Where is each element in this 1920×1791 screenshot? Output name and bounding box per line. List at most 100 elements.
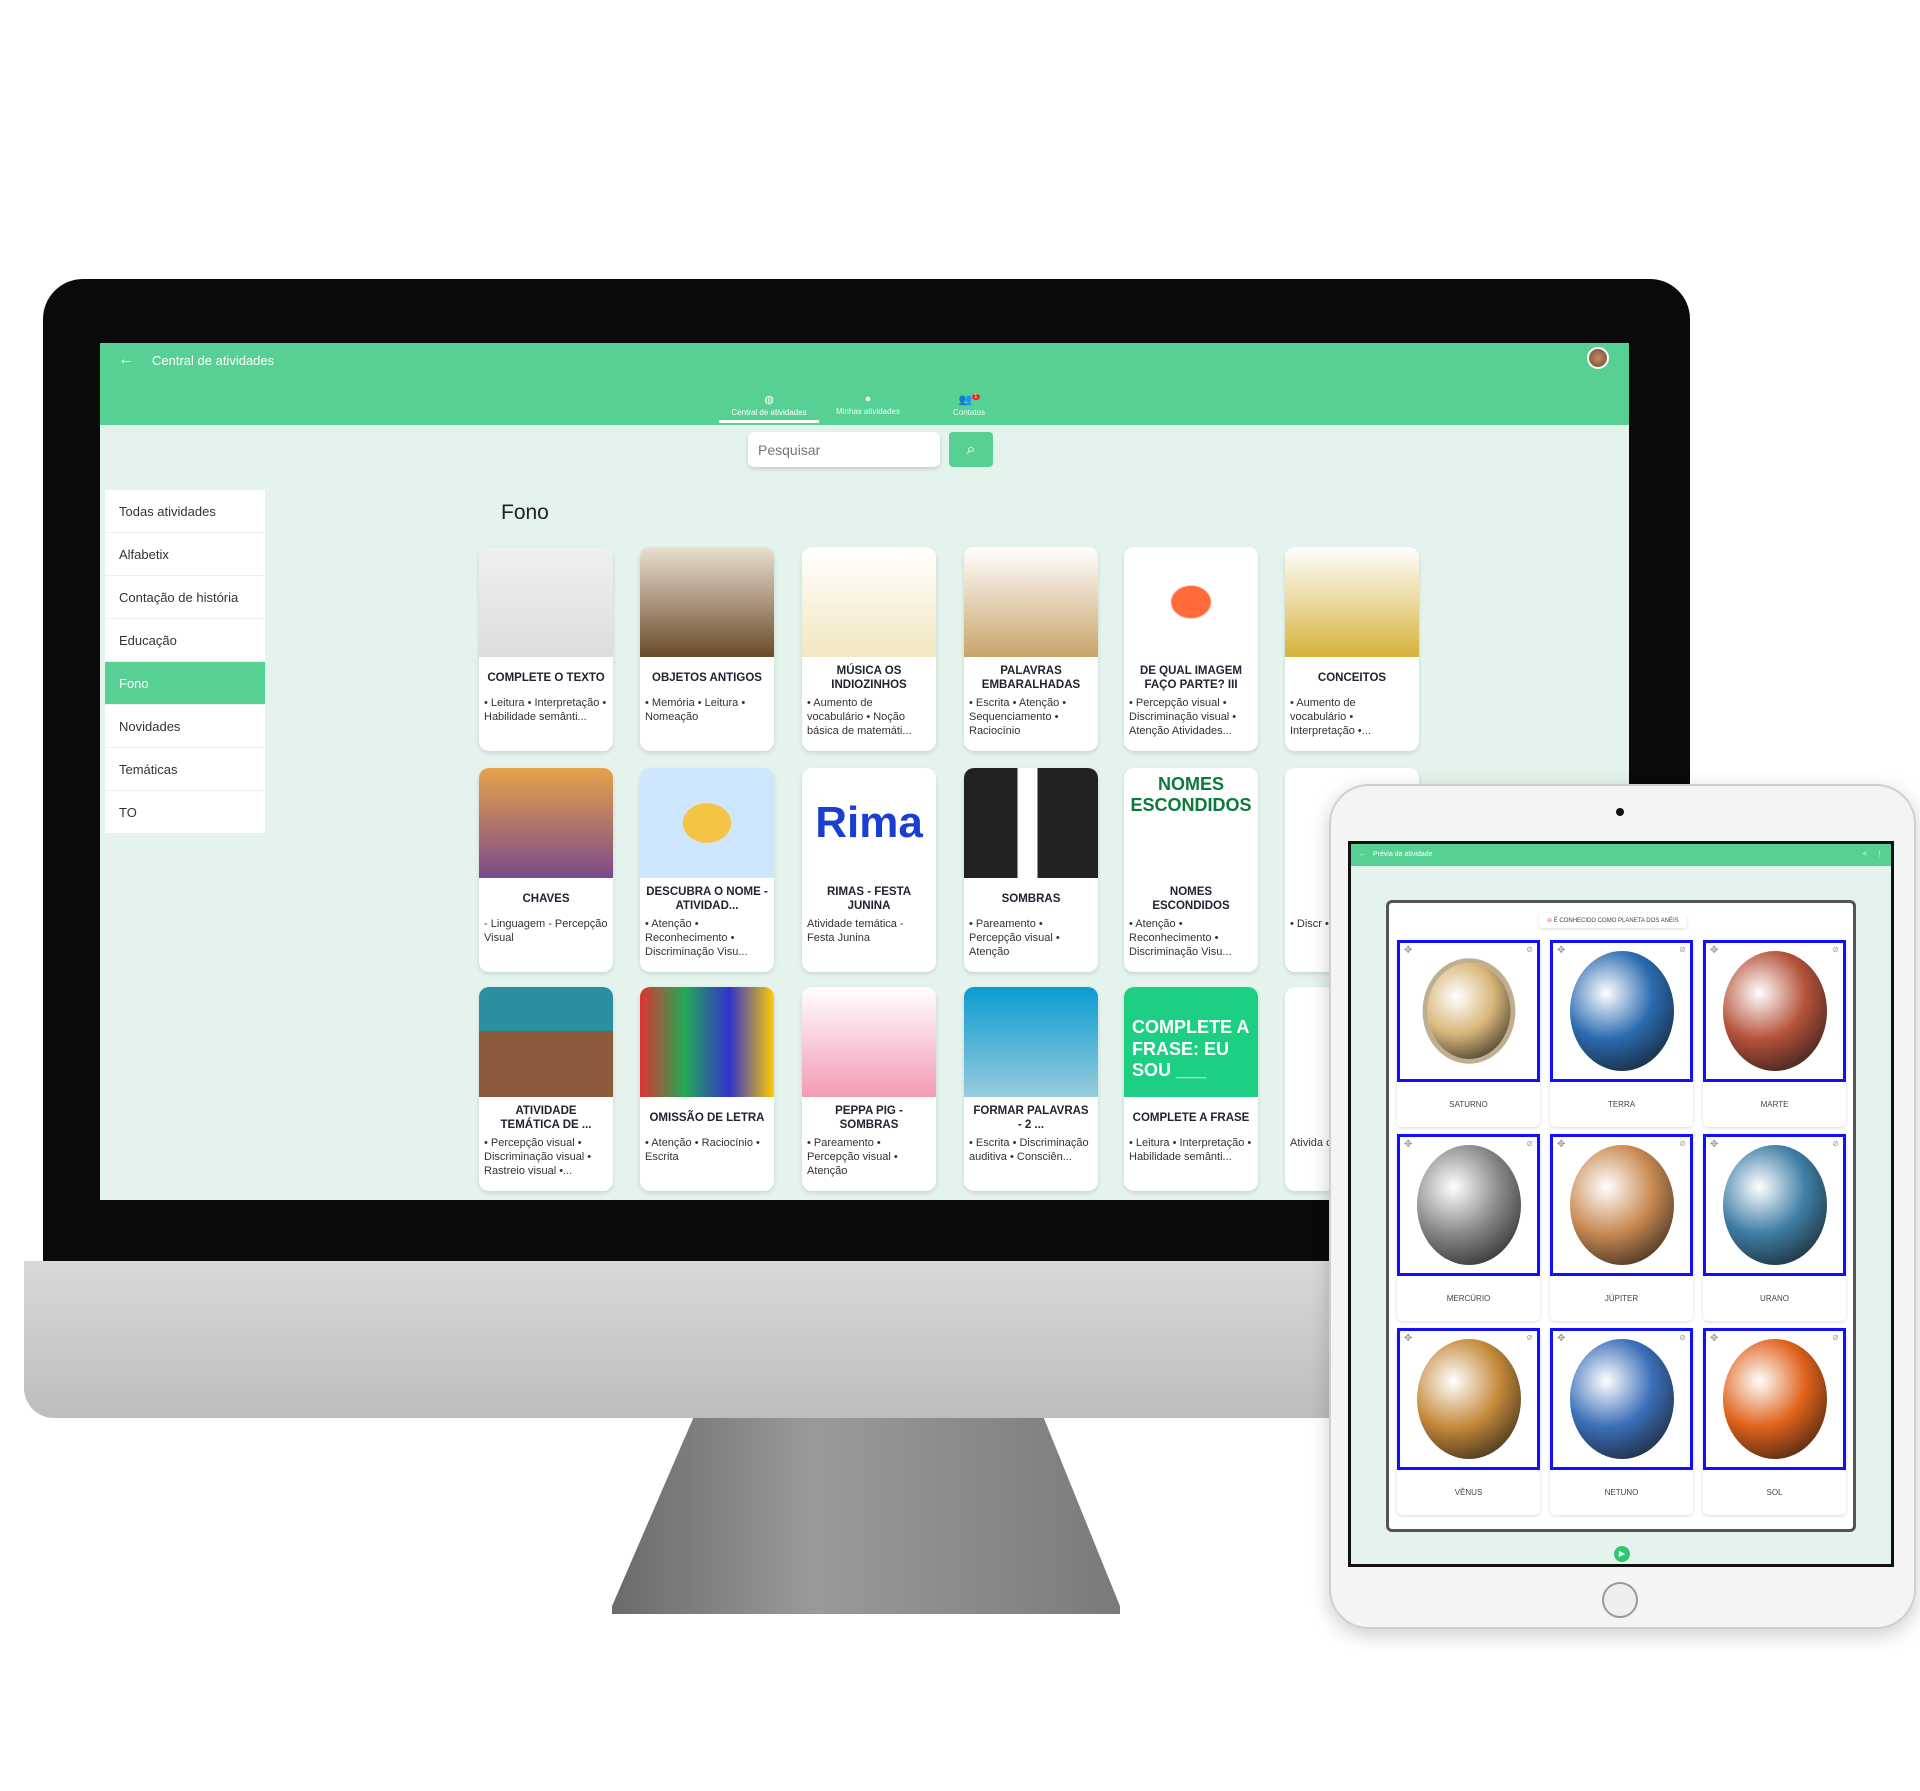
activity-tags: • Percepção visual • Discriminação visua… xyxy=(484,1137,592,1177)
activity-board: ⊖ É CONHECIDO COMO PLANETA DOS ANÉIS ✥ ⊘ S… xyxy=(1386,900,1856,1532)
activity-card[interactable]: CHAVES - Linguagem - Percepção Visual xyxy=(479,768,613,972)
user-icon: ● xyxy=(864,393,872,405)
arrow-left-icon[interactable]: ← xyxy=(118,351,134,369)
planet-card[interactable]: ✥ ⊘ VÊNUS xyxy=(1397,1328,1540,1515)
sidebar-item-todas-atividades[interactable]: Todas atividades xyxy=(105,490,265,533)
search-icon: ⌕ xyxy=(966,441,976,458)
planet-card[interactable]: ✥ ⊘ URANO xyxy=(1703,1134,1846,1321)
activity-card[interactable]: DESCUBRA O NOME - ATIVIDAD... • Atenção •… xyxy=(640,768,774,972)
activity-title: DE QUAL IMAGEM FAÇO PARTE? III xyxy=(1139,665,1242,691)
activity-card[interactable]: PEPPA PIG - SOMBRAS • Pareamento • Percep… xyxy=(802,987,936,1191)
move-icon[interactable]: ✥ xyxy=(1557,945,1565,956)
sidebar-item-to[interactable]: TO xyxy=(105,791,265,834)
planet-image-frame: ✥ ⊘ xyxy=(1397,1328,1540,1470)
move-icon[interactable]: ✥ xyxy=(1710,945,1718,956)
activity-card[interactable]: OMISSÃO DE LETRA • Atenção • Raciocínio •… xyxy=(640,987,774,1191)
tab-contatos[interactable]: 👥 1 Contatos xyxy=(919,393,1019,417)
activity-thumbnail xyxy=(802,547,936,657)
activity-thumbnail: Rima xyxy=(802,768,936,878)
planet-label: VÊNUS xyxy=(1454,1488,1483,1497)
sidebar-item-fono[interactable]: Fono xyxy=(105,662,265,705)
activity-card[interactable]: Rima RIMAS - FESTA JUNINA Atividade temáti… xyxy=(802,768,936,972)
planet-card[interactable]: ✥ ⊘ SOL xyxy=(1703,1328,1846,1515)
eye-off-icon[interactable]: ⊘ xyxy=(1832,945,1839,954)
planet-card[interactable]: ✥ ⊘ MARTE xyxy=(1703,940,1846,1127)
sidebar-item-alfabetix[interactable]: Alfabetix xyxy=(105,533,265,576)
planet-label: MERCÚRIO xyxy=(1446,1294,1491,1303)
play-button[interactable]: ▶ xyxy=(1614,1546,1630,1562)
planet-card[interactable]: ✥ ⊘ NETUNO xyxy=(1550,1328,1693,1515)
activity-tags: • Leitura • Interpretação • Habilidade s… xyxy=(484,697,607,723)
activity-card[interactable]: CONCEITOS • Aumento de vocabulário • Inte… xyxy=(1285,547,1419,751)
sidebar-item-temáticas[interactable]: Temáticas xyxy=(105,748,265,791)
activity-thumbnail: COMPLETE A FRASE: EU SOU ___ xyxy=(1124,987,1258,1097)
activity-card[interactable]: COMPLETE A FRASE: EU SOU ___ COMPLETE A F… xyxy=(1124,987,1258,1191)
planet-card[interactable]: ✥ ⊘ TERRA xyxy=(1550,940,1693,1127)
activity-thumbnail xyxy=(640,768,774,878)
activity-title: COMPLETE O TEXTO xyxy=(487,672,605,685)
sidebar-item-educação[interactable]: Educação xyxy=(105,619,265,662)
activity-tags: • Atenção • Raciocínio • Escrita xyxy=(645,1137,760,1163)
contacts-icon: 👥 1 xyxy=(958,394,980,406)
eye-off-icon[interactable]: ⊘ xyxy=(1526,1139,1533,1148)
planet-label: TERRA xyxy=(1607,1100,1636,1109)
activity-thumbnail xyxy=(640,547,774,657)
tab-label: Central de atividades xyxy=(731,408,807,417)
activity-card[interactable]: COMPLETE O TEXTO • Leitura • Interpretaçã… xyxy=(479,547,613,751)
search-input[interactable] xyxy=(748,432,940,467)
planet-card[interactable]: ✥ ⊘ MERCÚRIO xyxy=(1397,1134,1540,1321)
eye-off-icon[interactable]: ⊘ xyxy=(1679,945,1686,954)
tab-minhas-atividades[interactable]: ● Minhas atividades xyxy=(818,393,918,416)
planet-card[interactable]: ✥ ⊘ JÚPITER xyxy=(1550,1134,1693,1321)
move-icon[interactable]: ✥ xyxy=(1557,1139,1565,1150)
activity-thumbnail xyxy=(479,987,613,1097)
activity-card[interactable]: DE QUAL IMAGEM FAÇO PARTE? III • Percepçã… xyxy=(1124,547,1258,751)
question-text: É CONHECIDO COMO PLANETA DOS ANÉIS xyxy=(1553,918,1679,924)
activity-card[interactable]: FORMAR PALAVRAS - 2 ... • Escrita • Discr… xyxy=(964,987,1098,1191)
activity-thumbnail xyxy=(479,768,613,878)
eye-off-icon[interactable]: ⊘ xyxy=(1526,1333,1533,1342)
share-icon[interactable]: < xyxy=(1863,844,1867,866)
activity-tags: • Pareamento • Percepção visual • Atençã… xyxy=(969,918,1060,958)
activity-tags: Atividade temática - Festa Junina xyxy=(807,918,904,944)
move-icon[interactable]: ✥ xyxy=(1404,1139,1412,1150)
eye-off-icon[interactable]: ⊘ xyxy=(1832,1333,1839,1342)
move-icon[interactable]: ✥ xyxy=(1404,945,1412,956)
activity-card[interactable]: OBJETOS ANTIGOS • Memória • Leitura • Nom… xyxy=(640,547,774,751)
activity-tags: • Leitura • Interpretação • Habilidade s… xyxy=(1129,1137,1252,1163)
planet-image-frame: ✥ ⊘ xyxy=(1703,1328,1846,1470)
planet-card[interactable]: ✥ ⊘ SATURNO xyxy=(1397,940,1540,1127)
avatar[interactable] xyxy=(1587,347,1609,369)
thumbnail-text: COMPLETE A FRASE: EU SOU ___ xyxy=(1132,1017,1249,1081)
search-button[interactable]: ⌕ xyxy=(949,432,993,467)
question-prompt[interactable]: ⊖ É CONHECIDO COMO PLANETA DOS ANÉIS xyxy=(1539,913,1687,928)
thumbnail-text: Rima xyxy=(815,798,923,847)
tab-central-de-atividades[interactable]: ◍ Central de atividades xyxy=(719,393,819,423)
arrow-left-icon[interactable]: ← xyxy=(1359,844,1366,866)
activity-card[interactable]: MÚSICA OS INDIOZINHOS • Aumento de vocabu… xyxy=(802,547,936,751)
activity-card[interactable]: PALAVRAS EMBARALHADAS • Escrita • Atenção… xyxy=(964,547,1098,751)
move-icon[interactable]: ✥ xyxy=(1557,1333,1565,1344)
more-icon[interactable]: ⋮ xyxy=(1876,844,1883,866)
activity-card[interactable]: SOMBRAS • Pareamento • Percepção visual •… xyxy=(964,768,1098,972)
sidebar-item-novidades[interactable]: Novidades xyxy=(105,705,265,748)
eye-off-icon[interactable]: ⊘ xyxy=(1526,945,1533,954)
activity-tags: • Memória • Leitura • Nomeação xyxy=(645,697,746,723)
activity-card[interactable]: NOMES ESCONDIDOS NOMES ESCONDIDOS • Atençã… xyxy=(1124,768,1258,972)
eye-off-icon[interactable]: ⊘ xyxy=(1832,1139,1839,1148)
move-icon[interactable]: ✥ xyxy=(1710,1139,1718,1150)
activity-title: NOMES ESCONDIDOS xyxy=(1152,886,1230,912)
move-icon[interactable]: ✥ xyxy=(1710,1333,1718,1344)
planet-image xyxy=(1570,1339,1674,1459)
sidebar-item-contação-de-história[interactable]: Contação de história xyxy=(105,576,265,619)
activity-tags: - Linguagem - Percepção Visual xyxy=(484,918,608,944)
activity-tags: • Atenção • Reconhecimento • Discriminaç… xyxy=(1129,918,1232,958)
eye-off-icon[interactable]: ⊘ xyxy=(1679,1139,1686,1148)
activity-card[interactable]: ATIVIDADE TEMÁTICA DE ... • Percepção vis… xyxy=(479,987,613,1191)
tablet-camera xyxy=(1616,808,1624,816)
activity-tags: • Escrita • Atenção • Sequenciamento • R… xyxy=(969,697,1067,737)
eye-off-icon[interactable]: ⊘ xyxy=(1679,1333,1686,1342)
move-icon[interactable]: ✥ xyxy=(1404,1333,1412,1344)
globe-icon: ◍ xyxy=(764,394,774,406)
activity-thumbnail xyxy=(640,987,774,1097)
